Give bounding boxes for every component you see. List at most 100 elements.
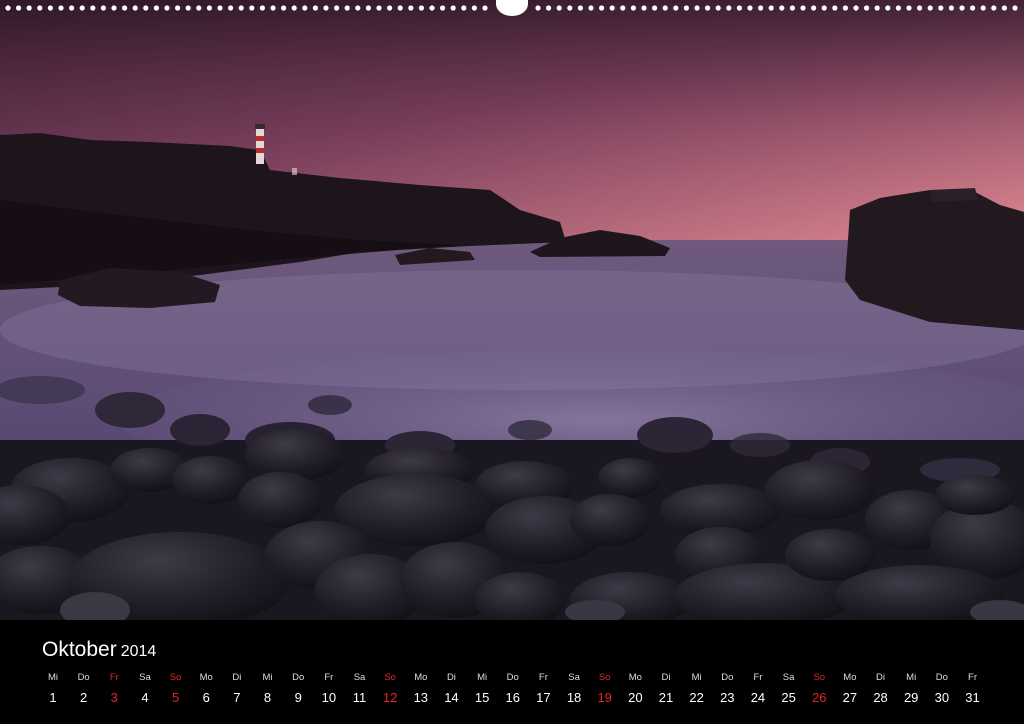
binding-hole: [270, 5, 276, 11]
binding-hole: [694, 5, 700, 11]
binding-hole: [853, 5, 859, 11]
binding-hole: [122, 5, 128, 11]
day-number: 7: [233, 690, 241, 705]
weekday-label: Di: [661, 672, 671, 683]
binding-hole: [980, 5, 986, 11]
day-number: 9: [294, 690, 302, 705]
day-cell: Mi 22: [682, 672, 712, 708]
wire-binding: [0, 0, 1024, 16]
binding-hole: [599, 5, 605, 11]
month-year: 2014: [120, 643, 157, 660]
binding-hole: [821, 5, 827, 11]
binding-hole: [79, 5, 85, 11]
binding-hole: [365, 5, 371, 11]
binding-hole: [100, 5, 106, 11]
binding-hole: [217, 5, 223, 11]
day-cell: Mi 29: [896, 672, 926, 708]
weekday-label: Di: [876, 672, 886, 683]
weekday-label: Fr: [324, 672, 334, 683]
binding-hole: [132, 5, 138, 11]
day-cell: Do 16: [498, 672, 528, 708]
weekday-label: Do: [935, 672, 948, 683]
binding-hole: [228, 5, 234, 11]
binding-hole: [323, 5, 329, 11]
binding-hole: [249, 5, 255, 11]
day-cell: Di 28: [866, 672, 896, 708]
day-number: 25: [781, 690, 796, 705]
weekday-label: Mi: [47, 672, 59, 683]
day-number: 29: [903, 690, 919, 705]
day-cell: Mo 6: [191, 672, 221, 708]
day-number: 1: [49, 690, 57, 705]
month-title: Oktober 2014: [42, 638, 156, 662]
binding-hole: [917, 5, 923, 11]
binding-hole: [620, 5, 626, 11]
day-number: 4: [141, 690, 149, 705]
weekday-label: Fr: [538, 672, 548, 683]
binding-hole: [662, 5, 668, 11]
binding-hole: [111, 5, 117, 11]
binding-hole: [758, 5, 764, 11]
day-cell: Mi 15: [467, 672, 497, 708]
day-number: 27: [842, 690, 858, 705]
binding-hole: [948, 5, 955, 11]
day-number: 14: [444, 690, 459, 705]
binding-hole: [259, 5, 265, 11]
binding-hole: [281, 5, 287, 11]
binding-hole: [164, 5, 170, 11]
hanger-notch: [496, 0, 528, 16]
binding-hole: [726, 5, 732, 11]
binding-hole: [800, 5, 806, 11]
weekday-label: Sa: [782, 672, 795, 683]
day-cell: Di 7: [222, 672, 252, 708]
day-cell: Mo 20: [620, 672, 650, 708]
day-cell: So 12: [375, 672, 405, 708]
binding-hole: [588, 5, 594, 11]
weekday-label: Mi: [262, 672, 273, 683]
binding-hole: [567, 5, 573, 11]
day-cell: Fr 10: [314, 672, 344, 708]
weekday-label: Fr: [753, 672, 763, 683]
binding-hole: [1012, 5, 1018, 11]
binding-hole: [58, 5, 64, 11]
binding-hole: [906, 5, 912, 11]
binding-hole: [630, 5, 637, 11]
binding-hole: [291, 5, 297, 11]
weekday-label: Mi: [691, 672, 702, 683]
weekday-label: Mo: [628, 672, 642, 683]
weekday-label: Fr: [109, 672, 119, 683]
weekday-label: Mi: [477, 672, 488, 683]
weekday-label: Di: [446, 672, 456, 683]
binding-hole: [577, 5, 584, 11]
binding-hole: [927, 5, 933, 11]
weekday-label: So: [169, 672, 182, 683]
binding-hole: [344, 5, 350, 11]
binding-hole: [683, 5, 690, 11]
weekday-label: So: [384, 672, 396, 683]
day-number: 30: [934, 690, 950, 705]
day-cell: So 26: [804, 672, 834, 708]
binding-hole: [895, 5, 902, 11]
weekday-label: Mo: [199, 672, 213, 683]
binding-hole: [768, 5, 774, 11]
day-number: 26: [812, 690, 827, 705]
day-number: 8: [263, 690, 272, 705]
binding-hole: [238, 5, 244, 11]
binding-hole: [482, 5, 488, 11]
binding-hole: [959, 5, 965, 11]
day-cell: Sa 18: [559, 672, 589, 708]
day-number: 23: [720, 690, 735, 705]
day-cell: Di 14: [436, 672, 466, 708]
binding-hole: [874, 5, 880, 11]
day-cell: Fr 17: [528, 672, 558, 708]
binding-hole: [641, 5, 647, 11]
weekday-label: Do: [506, 672, 519, 683]
day-cell: Di 21: [651, 672, 681, 708]
day-number: 20: [628, 690, 643, 705]
calendar-photo: [0, 0, 1024, 620]
day-cell: Fr 24: [743, 672, 773, 708]
day-cell: Sa 4: [130, 672, 160, 708]
binding-hole: [440, 5, 446, 11]
binding-hole: [26, 5, 32, 11]
day-number: 22: [689, 690, 704, 705]
